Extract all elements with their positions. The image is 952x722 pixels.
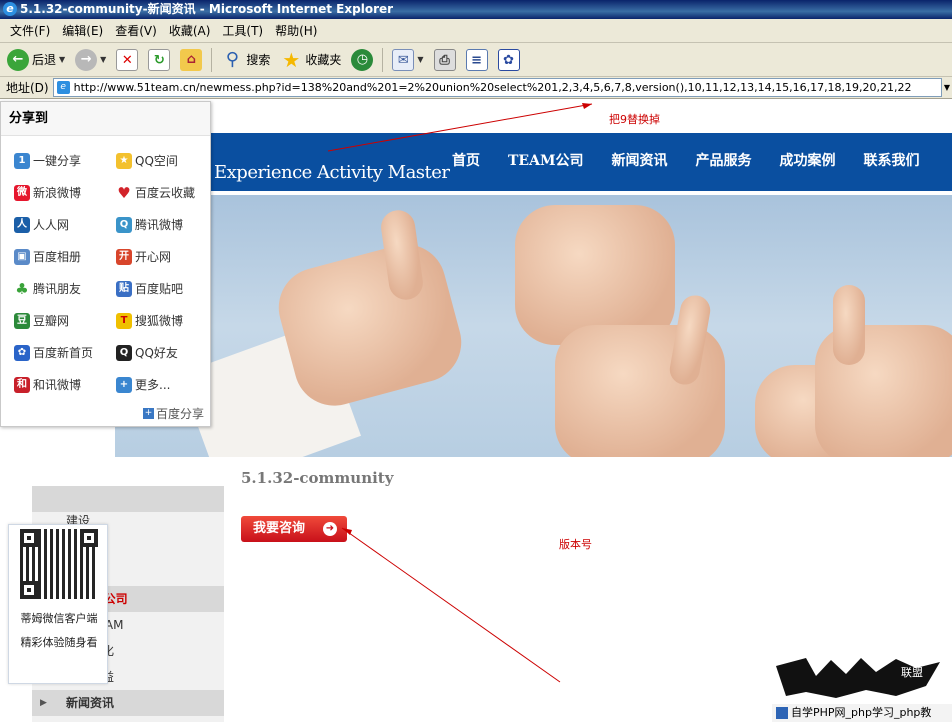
print-button[interactable]: ⎙ [431, 46, 459, 74]
qr-caption-1: 蒂姆微信客户端 [20, 612, 98, 625]
back-dropdown-icon[interactable]: ▼ [59, 55, 65, 64]
watermark-bar: 自学PHP网_php学习_php教 [772, 704, 952, 722]
window-title-bar: e 5.1.32-community-新闻资讯 - Microsoft Inte… [0, 0, 952, 19]
menu-file[interactable]: 文件(F) [4, 22, 56, 39]
share-hexun-weibo[interactable]: 和和讯微博 [14, 376, 81, 393]
menu-bar: 文件(F) 编辑(E) 查看(V) 收藏(A) 工具(T) 帮助(H) [0, 19, 952, 43]
kaixin-icon: 开 [116, 248, 132, 265]
home-button[interactable]: ⌂ [177, 46, 205, 74]
menu-tools[interactable]: 工具(T) [216, 22, 269, 39]
share-sina-weibo[interactable]: 微新浪微博 [14, 184, 81, 201]
history-icon: ◷ [351, 48, 374, 71]
share-tencent-weibo[interactable]: Q 腾讯微博 [116, 216, 183, 233]
address-label: 地址(D) [6, 81, 49, 95]
watermark-logo: 联盟 [776, 658, 940, 698]
watermark-logo-text: 联盟 [901, 666, 923, 679]
qr-caption-2: 精彩体验随身看 [20, 636, 98, 649]
back-button[interactable]: ← 后退 ▼ [4, 46, 68, 74]
menu-edit[interactable]: 编辑(E) [56, 22, 109, 39]
share-douban[interactable]: 豆豆瓣网 [14, 312, 69, 329]
share-title: 分享到 [1, 102, 210, 136]
toolbar-separator [382, 47, 384, 72]
address-input[interactable]: e http://www.51team.cn/newmess.php?id=13… [52, 78, 942, 97]
share-tencent-friends[interactable]: ♣ 腾讯朋友 [14, 280, 81, 297]
star-icon: ★ [282, 47, 301, 72]
printer-icon: ⎙ [433, 48, 456, 71]
messenger-icon: ✿ [497, 48, 520, 71]
clover-icon: ♣ [15, 279, 29, 298]
forward-arrow-icon: → [75, 48, 98, 71]
menu-help[interactable]: 帮助(H) [269, 22, 323, 39]
messenger-button[interactable]: ✿ [495, 46, 523, 74]
hexun-icon: 和 [14, 376, 30, 393]
forward-button[interactable]: → ▼ [72, 46, 109, 74]
edit-page-icon: ≡ [465, 48, 488, 71]
baidu-share-link[interactable]: + 百度分享 [142, 405, 204, 422]
toolbar-separator [211, 47, 213, 72]
refresh-button[interactable]: ↻ [145, 46, 173, 74]
address-bar: 地址(D) e http://www.51team.cn/newmess.php… [0, 77, 952, 99]
search-label: 搜索 [246, 53, 271, 67]
favorites-button[interactable]: ★ 收藏夹 [277, 46, 344, 74]
sohu-icon: T [116, 312, 132, 329]
oneclick-share-icon: 1 [14, 152, 30, 169]
mail-button[interactable]: ✉ ▼ [389, 46, 426, 74]
stop-icon: ✕ [116, 48, 139, 71]
annotation-version-note: 版本号 [559, 538, 592, 551]
toolbar: ← 后退 ▼ → ▼ ✕ ↻ ⌂ ⚲ 搜索 ★ 收藏夹 ◷ ✉ ▼ ⎙ ≡ ✿ [0, 43, 952, 77]
heart-icon: ♥ [117, 183, 131, 202]
share-oneclick[interactable]: 1 一键分享 [14, 152, 81, 169]
menu-favorites[interactable]: 收藏(A) [163, 22, 217, 39]
share-more[interactable]: + 更多... [116, 376, 170, 393]
edit-button[interactable]: ≡ [463, 46, 491, 74]
album-icon: ▣ [14, 248, 30, 265]
forward-dropdown-icon[interactable]: ▼ [100, 55, 106, 64]
watermark-text: 自学PHP网_php学习_php教 [791, 706, 932, 719]
mail-dropdown-icon[interactable]: ▼ [417, 55, 423, 64]
address-dropdown-icon[interactable]: ▼ [942, 78, 952, 97]
share-qq-friends[interactable]: Q QQ好友 [116, 344, 178, 361]
search-button[interactable]: ⚲ 搜索 [218, 46, 273, 74]
annotation-replace-note: 把9替换掉 [609, 113, 660, 126]
renren-icon: 人 [14, 216, 30, 233]
address-url: http://www.51team.cn/newmess.php?id=138%… [73, 81, 912, 94]
share-sohu-weibo[interactable]: T 搜狐微博 [116, 312, 183, 329]
share-qzone[interactable]: ★ QQ空间 [116, 152, 178, 169]
qzone-icon: ★ [116, 152, 132, 169]
tencent-weibo-icon: Q [116, 216, 132, 233]
baidu-share-icon: + [142, 408, 154, 419]
share-baidu-tieba[interactable]: 贴百度贴吧 [116, 280, 183, 297]
share-kaixin[interactable]: 开开心网 [116, 248, 171, 265]
back-arrow-icon: ← [7, 48, 29, 71]
stop-button[interactable]: ✕ [113, 46, 141, 74]
menu-view[interactable]: 查看(V) [109, 22, 163, 39]
share-renren[interactable]: 人人人网 [14, 216, 69, 233]
baidu-paw-icon: ✿ [14, 344, 30, 361]
page-icon: e [56, 81, 70, 94]
window-title: 5.1.32-community-新闻资讯 - Microsoft Intern… [20, 2, 394, 16]
site-icon [776, 707, 788, 719]
search-icon: ⚲ [225, 48, 239, 70]
home-icon: ⌂ [180, 48, 203, 71]
back-label: 后退 [32, 53, 57, 67]
plus-icon: + [116, 376, 132, 393]
sina-weibo-icon: 微 [14, 184, 30, 201]
refresh-icon: ↻ [148, 48, 171, 71]
favorites-label: 收藏夹 [305, 53, 342, 67]
tieba-icon: 贴 [116, 280, 132, 297]
ie-icon: e [3, 2, 17, 16]
share-baidu-album[interactable]: ▣ 百度相册 [14, 248, 81, 265]
share-baidu-home[interactable]: ✿ 百度新首页 [14, 344, 93, 361]
qq-penguin-icon: Q [116, 344, 132, 361]
share-baidu-cloud[interactable]: ♥ 百度云收藏 [116, 184, 195, 201]
qr-code [20, 529, 98, 599]
douban-icon: 豆 [14, 312, 30, 329]
mail-icon: ✉ [392, 48, 415, 71]
share-popup: 分享到 1 一键分享 ★ QQ空间 微新浪微博 ♥ 百度云收藏 人人人网 Q 腾讯微博 … [0, 101, 211, 427]
wechat-qr-card: 蒂姆微信客户端 精彩体验随身看 [8, 524, 108, 684]
history-button[interactable]: ◷ [348, 46, 376, 74]
